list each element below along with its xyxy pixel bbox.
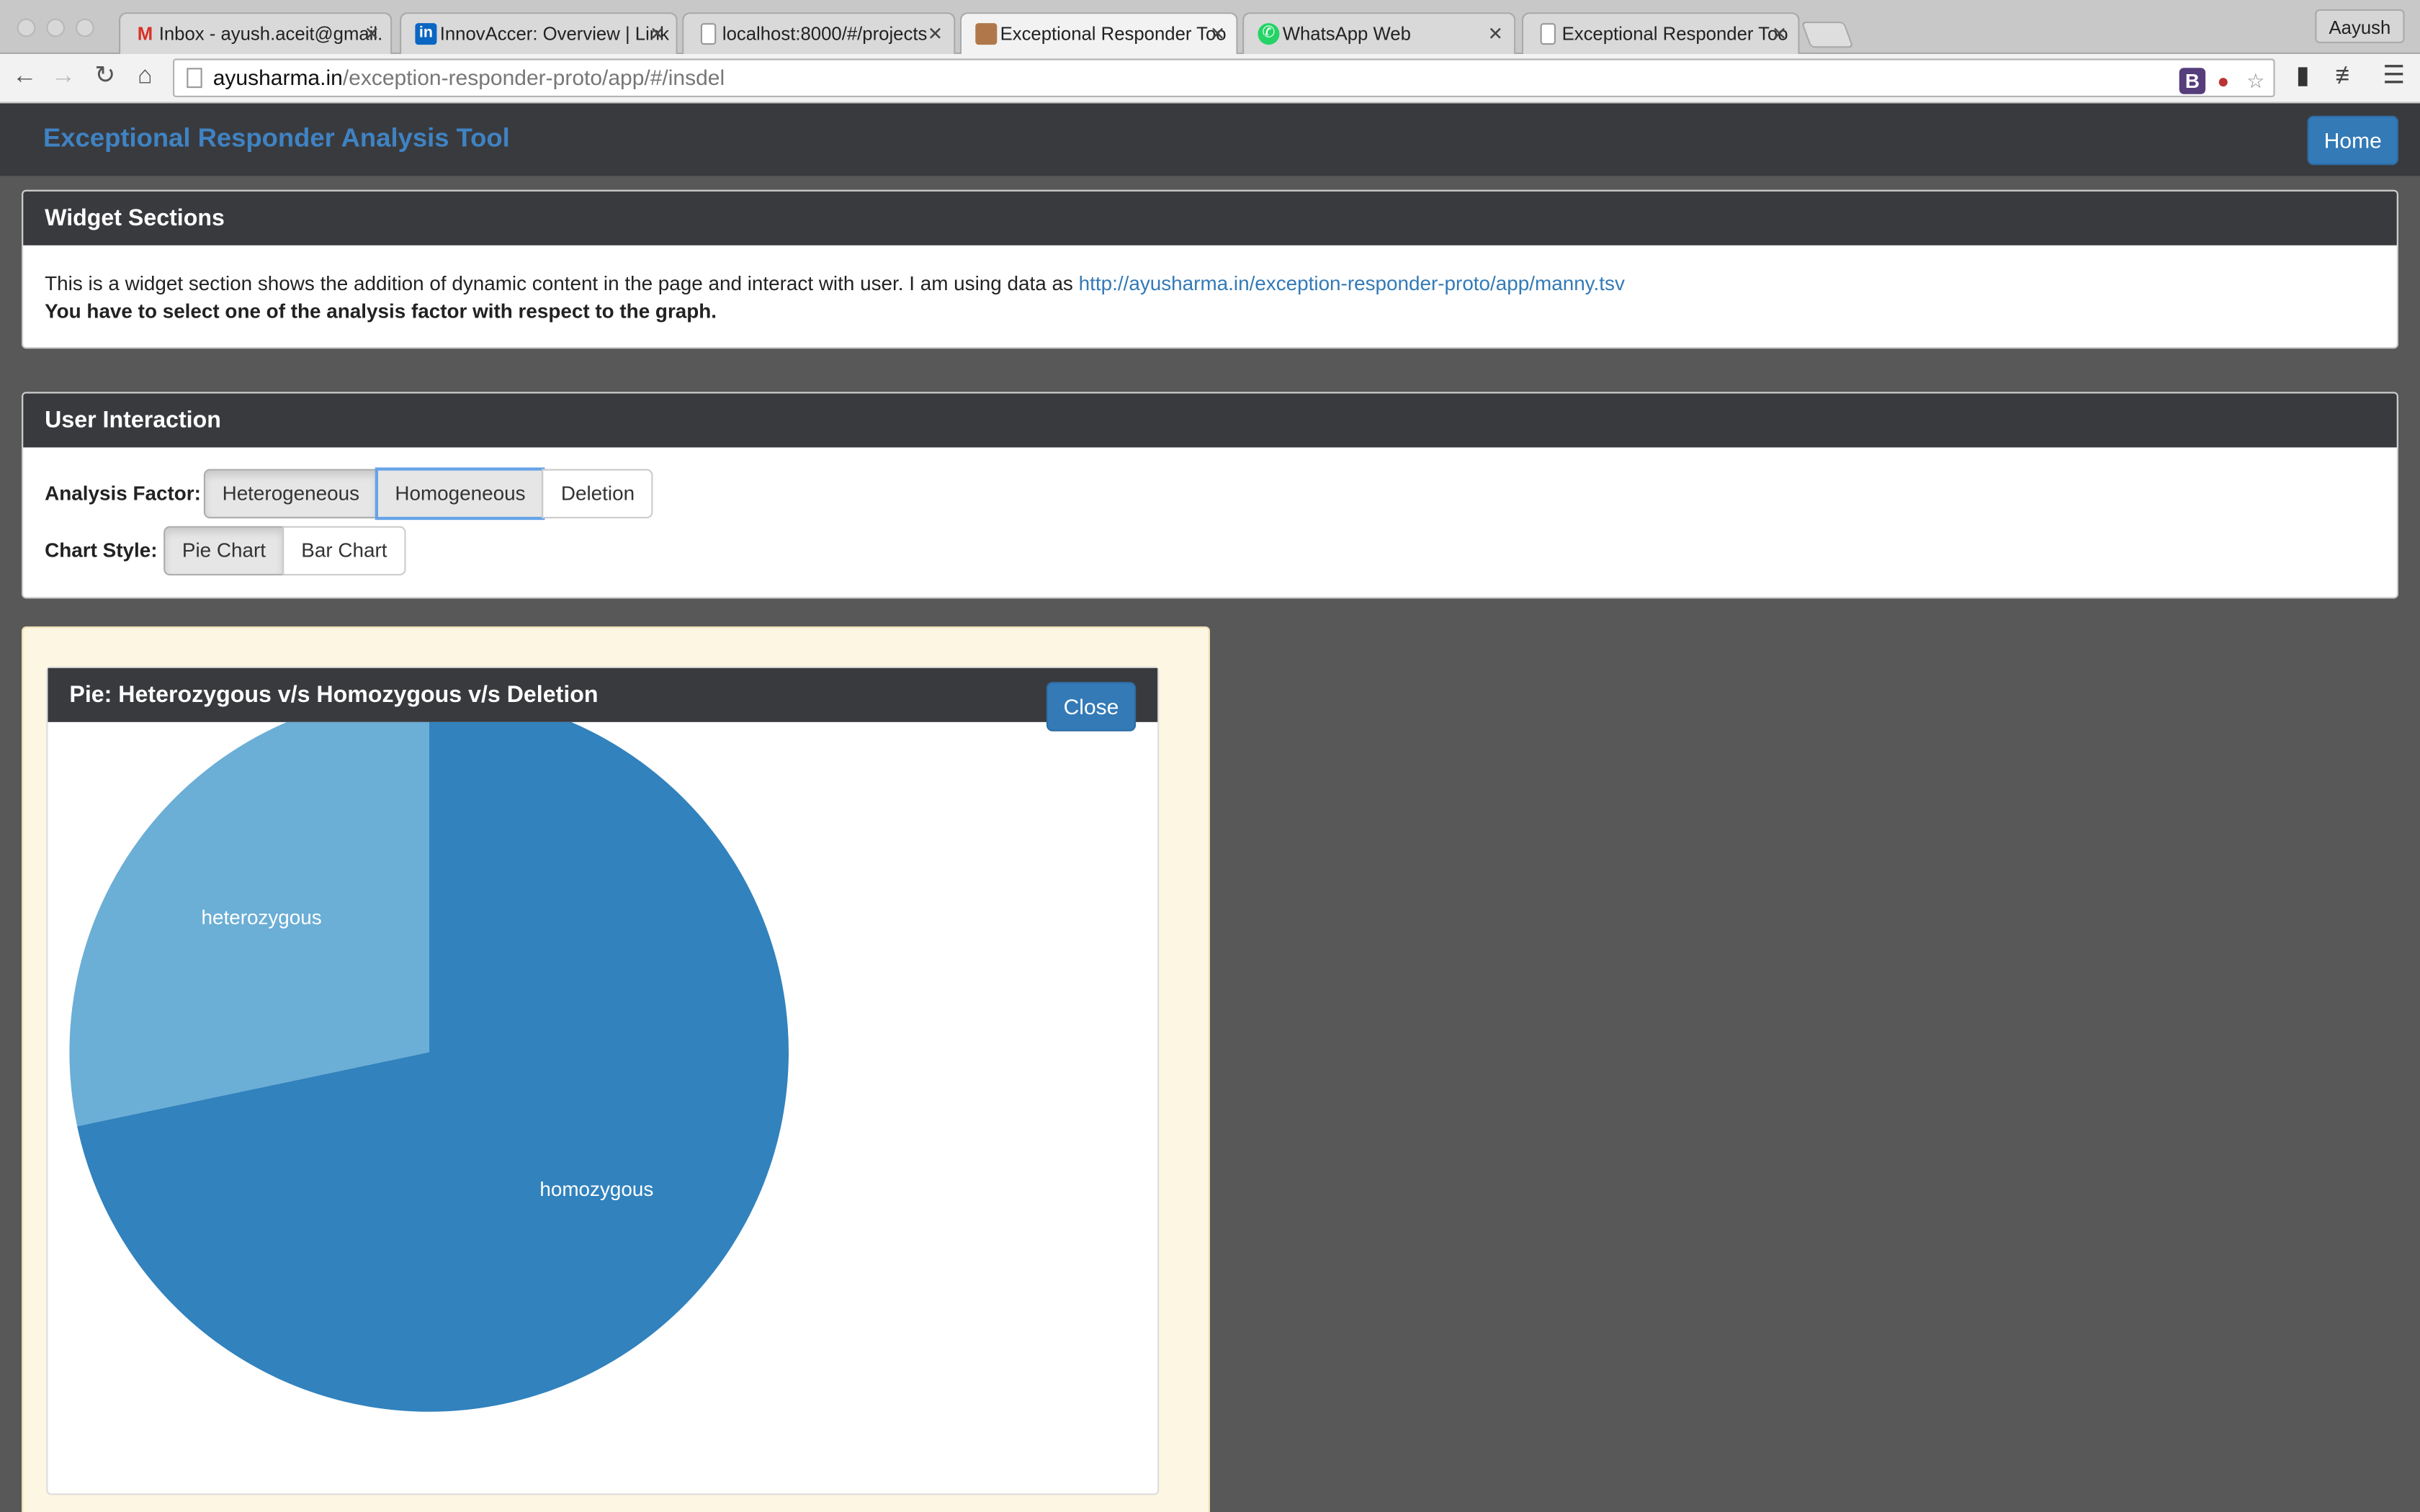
tab-title: Exceptional Responder Too [1000, 23, 1227, 45]
instruction-text: You have to select one of the analysis f… [45, 299, 717, 323]
browser-toolbar: ← → ↻ ⌂ ayusharma.in/exception-responder… [0, 54, 2420, 104]
heterogeneous-button[interactable]: Heterogeneous [203, 469, 378, 518]
panel-title: User Interaction [23, 393, 2397, 448]
forward-icon[interactable]: → [48, 62, 79, 93]
url-path: /exception-responder-proto/app/#/insdel [342, 65, 725, 90]
tab-title: InnovAccer: Overview | Link [439, 23, 669, 45]
home-button[interactable]: Home [2307, 115, 2398, 166]
close-icon[interactable]: ✕ [650, 14, 666, 54]
chart-style-label: Chart Style: [45, 538, 158, 562]
panel-body: This is a widget section shows the addit… [23, 246, 2397, 347]
pie-chart-button[interactable]: Pie Chart [163, 526, 284, 576]
widget-sections-panel: Widget Sections This is a widget section… [22, 189, 2398, 349]
menu-icon[interactable]: ☰ [2378, 62, 2409, 93]
bar-chart-button[interactable]: Bar Chart [282, 526, 406, 576]
chart-style-group: Pie Chart Bar Chart [163, 526, 406, 576]
browser-tab-active[interactable]: Exceptional Responder Too ✕ [959, 12, 1238, 54]
window-minimize-control[interactable] [46, 18, 65, 37]
browser-tab[interactable]: M Inbox - ayush.aceit@gmail. ✕ [119, 12, 393, 54]
tab-title: localhost:8000/#/projects [722, 23, 928, 45]
whatsapp-icon: ✆ [1258, 23, 1280, 45]
browser-tab[interactable]: in InnovAccer: Overview | Link ✕ [400, 12, 678, 54]
address-bar[interactable]: ayusharma.in/exception-responder-proto/a… [173, 58, 2275, 97]
bookmark-star-icon[interactable]: ☆ [2243, 68, 2269, 94]
page-icon [1540, 23, 1556, 45]
extension-icon[interactable]: ≢ [2332, 62, 2363, 93]
tab-title: Inbox - ayush.aceit@gmail. [158, 23, 383, 45]
data-link[interactable]: http://ayusharma.in/exception-responder-… [1079, 271, 1625, 294]
linkedin-icon: in [415, 23, 437, 45]
chart-container: Pie: Heterozygous v/s Homozygous v/s Del… [22, 626, 1210, 1512]
extension-icon[interactable]: ● [2210, 68, 2236, 94]
gmail-icon: M [137, 23, 153, 45]
homogeneous-button[interactable]: Homogeneous [375, 467, 546, 521]
new-tab-button[interactable] [1801, 22, 1854, 48]
close-icon[interactable]: ✕ [928, 14, 944, 54]
description-line: This is a widget section shows the addit… [45, 270, 2375, 298]
deletion-button[interactable]: Deletion [542, 469, 653, 518]
bootstrap-extension-icon[interactable]: B [2179, 68, 2206, 94]
extension-icon[interactable]: ▮ [2287, 62, 2318, 93]
tab-title: WhatsApp Web [1282, 23, 1411, 45]
chart-style-row: Chart Style: Pie Chart Bar Chart [45, 526, 662, 576]
chart-panel: Pie: Heterozygous v/s Homozygous v/s Del… [46, 666, 1160, 1495]
analysis-factor-row: Analysis Factor: Heterogeneous Homogeneo… [45, 467, 971, 521]
user-interaction-panel: User Interaction Analysis Factor: Hetero… [22, 392, 2398, 599]
panel-title: Widget Sections [23, 191, 2397, 246]
tab-title: Exceptional Responder Too [1561, 23, 1788, 45]
back-icon[interactable]: ← [9, 62, 40, 93]
close-icon[interactable]: ✕ [364, 14, 380, 54]
brand-title[interactable]: Exceptional Responder Analysis Tool [43, 123, 510, 154]
description-text: This is a widget section shows the addit… [45, 271, 1073, 295]
page-icon [700, 23, 717, 45]
pie-label-heterozygous: heterozygous [202, 906, 322, 928]
window-close-control[interactable] [17, 18, 36, 37]
url-host: ayusharma.in [212, 65, 343, 90]
browser-tab[interactable]: localhost:8000/#/projects ✕ [682, 12, 956, 54]
window-zoom-control[interactable] [76, 18, 94, 37]
page-icon [187, 68, 202, 89]
browser-tab[interactable]: Exceptional Responder Too ✕ [1521, 12, 1800, 54]
pie-chart: homozygous heterozygous [69, 721, 789, 1412]
close-icon[interactable]: ✕ [1488, 14, 1504, 54]
profile-button[interactable]: Aayush [2315, 9, 2405, 43]
browser-tab-strip: M Inbox - ayush.aceit@gmail. ✕ in InnovA… [0, 0, 2420, 54]
pie-label-homozygous: homozygous [539, 1178, 653, 1200]
analysis-factor-label: Analysis Factor: [45, 481, 201, 505]
site-icon [975, 23, 998, 45]
app-navbar: Exceptional Responder Analysis Tool Home [0, 103, 2420, 176]
browser-tab[interactable]: ✆ WhatsApp Web ✕ [1242, 12, 1516, 54]
home-icon[interactable]: ⌂ [130, 62, 161, 93]
reload-icon[interactable]: ↻ [89, 62, 120, 93]
close-icon[interactable]: ✕ [1210, 14, 1226, 54]
close-icon[interactable]: ✕ [1772, 14, 1788, 54]
chart-title: Pie: Heterozygous v/s Homozygous v/s Del… [48, 667, 1158, 722]
analysis-factor-group: Heterogeneous Homogeneous Deletion [203, 467, 653, 521]
